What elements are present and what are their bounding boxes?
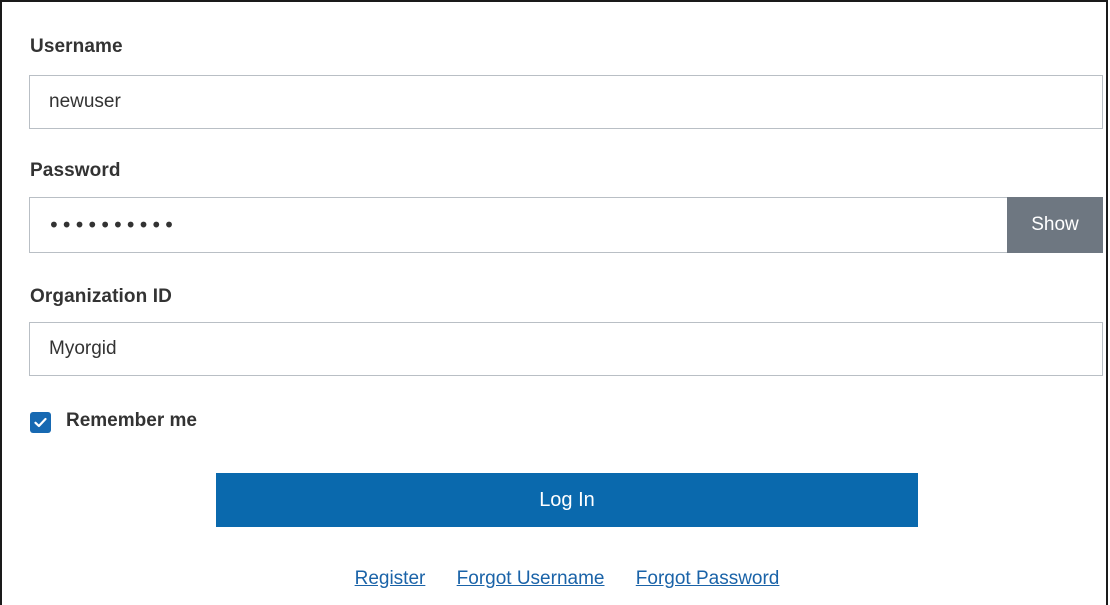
login-form-container: Username Password Show Organization ID R… — [0, 0, 1108, 605]
log-in-button[interactable]: Log In — [216, 473, 918, 527]
organization-id-label: Organization ID — [30, 286, 172, 307]
checkmark-icon — [34, 417, 47, 428]
remember-me-toggle[interactable]: Remember me — [30, 408, 197, 433]
register-link[interactable]: Register — [355, 568, 426, 589]
organization-id-input[interactable] — [29, 322, 1103, 376]
password-field: Show — [29, 197, 1103, 253]
password-input[interactable] — [30, 198, 1008, 252]
remember-me-checkbox[interactable] — [30, 412, 51, 433]
forgot-username-link[interactable]: Forgot Username — [457, 568, 605, 589]
auth-links: Register Forgot Username Forgot Password — [2, 568, 1110, 590]
password-label: Password — [30, 160, 121, 181]
show-password-button[interactable]: Show — [1007, 197, 1103, 253]
remember-me-label: Remember me — [66, 409, 197, 431]
forgot-password-link[interactable]: Forgot Password — [636, 568, 780, 589]
username-input[interactable] — [29, 75, 1103, 129]
username-label: Username — [30, 36, 123, 57]
